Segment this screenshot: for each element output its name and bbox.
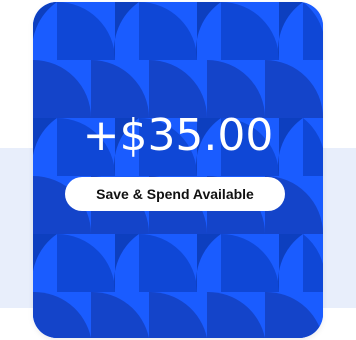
reward-card: +$35.00 Save & Spend Available (33, 2, 323, 338)
save-spend-badge[interactable]: Save & Spend Available (65, 177, 285, 211)
reward-amount: +$35.00 (82, 110, 274, 161)
card-pattern (33, 2, 323, 338)
